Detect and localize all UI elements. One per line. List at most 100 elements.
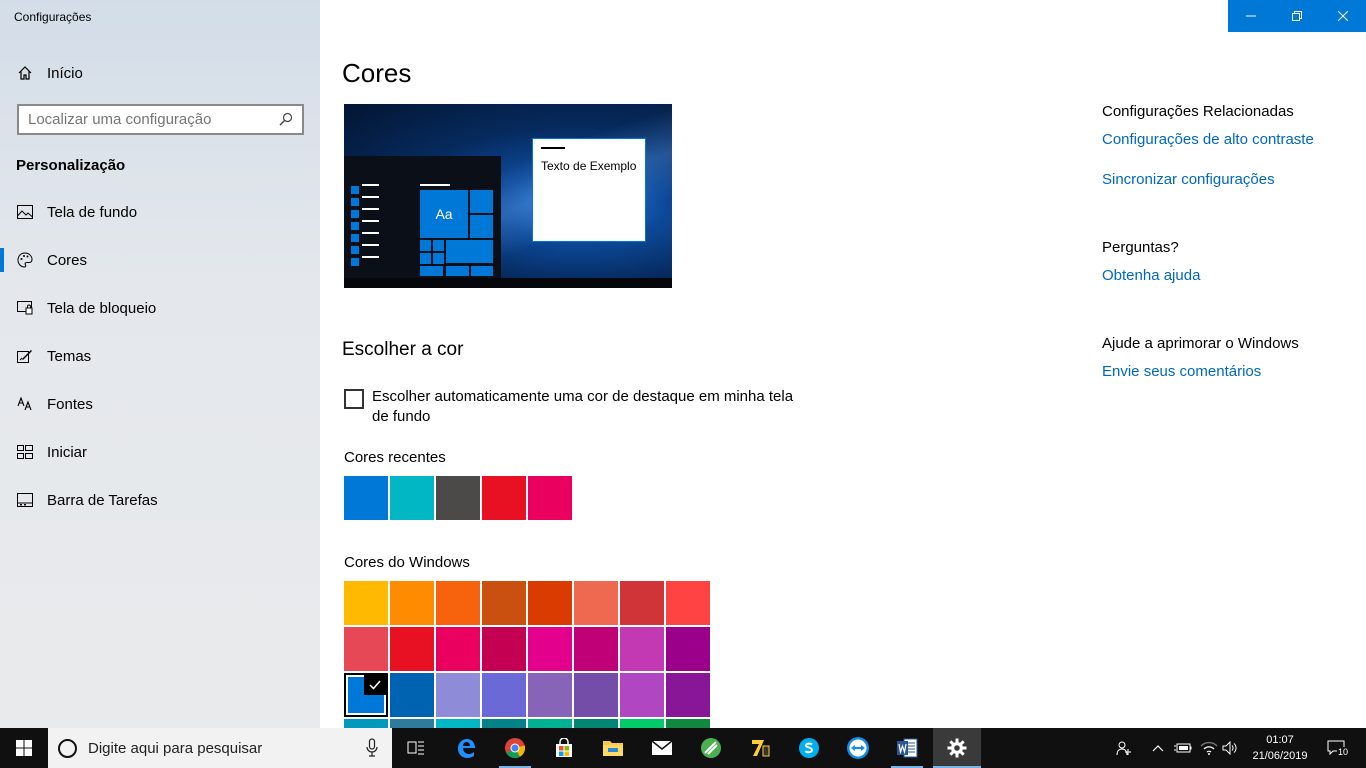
teamviewer-button[interactable] (834, 728, 882, 768)
settings-button[interactable] (933, 728, 981, 768)
windows-color-swatch[interactable] (390, 719, 434, 728)
windows-color-swatch[interactable] (436, 673, 480, 717)
preview-window: Texto de Exemplo (532, 138, 646, 242)
show-hidden-icons-button[interactable] (1148, 728, 1168, 768)
file-explorer-button[interactable] (589, 728, 637, 768)
auto-color-checkbox[interactable] (344, 389, 364, 409)
windows-color-swatch[interactable] (574, 673, 618, 717)
choose-color-heading: Escolher a cor (342, 339, 464, 360)
windows-color-swatch[interactable] (390, 673, 434, 717)
windows-color-swatch[interactable] (436, 627, 480, 671)
settings-icon (947, 738, 967, 758)
edge-button[interactable] (442, 728, 490, 768)
minimize-button[interactable] (1228, 0, 1274, 32)
windows-color-swatch[interactable] (666, 581, 710, 625)
preview-list-line (362, 196, 379, 198)
high-contrast-link[interactable]: Configurações de alto contraste (1102, 131, 1314, 148)
recent-color-swatch[interactable] (528, 476, 572, 520)
get-help-link[interactable]: Obtenha ajuda (1102, 267, 1200, 284)
windows-color-swatch[interactable] (344, 719, 388, 728)
recent-color-swatch[interactable] (390, 476, 434, 520)
windows-color-swatch[interactable] (620, 627, 664, 671)
auto-color-label[interactable]: Escolher automaticamente uma cor de dest… (372, 387, 812, 427)
windows-color-swatch[interactable] (620, 581, 664, 625)
search-input[interactable] (28, 111, 278, 128)
windows-color-swatch[interactable] (482, 581, 526, 625)
microphone-icon[interactable] (366, 738, 378, 758)
windows-color-swatch[interactable] (574, 719, 618, 728)
search-icon[interactable] (279, 112, 295, 128)
windows-color-swatch[interactable] (620, 719, 664, 728)
preview-tile (433, 240, 444, 251)
preview-taskbar (344, 278, 672, 288)
sidebar-item-barra-de-tarefas[interactable]: Barra de Tarefas (0, 480, 320, 520)
home-icon (16, 64, 34, 82)
restore-icon (1292, 11, 1302, 21)
recent-color-swatch[interactable] (482, 476, 526, 520)
preview-list-tile (351, 258, 359, 266)
taskbar-search[interactable]: Digite aqui para pesquisar (48, 728, 392, 768)
restore-button[interactable] (1274, 0, 1320, 32)
chrome-icon (505, 738, 526, 759)
windows-color-swatch[interactable] (528, 581, 572, 625)
windows-color-swatch[interactable] (344, 627, 388, 671)
sidebar-item-iniciar[interactable]: Iniciar (0, 432, 320, 472)
mail-button[interactable] (638, 728, 686, 768)
battery-button[interactable] (1172, 728, 1194, 768)
sidebar-item-tela-de-bloqueio[interactable]: Tela de bloqueio (0, 288, 320, 328)
sidebar-item-temas[interactable]: Temas (0, 336, 320, 376)
nav-home-label: Início (47, 64, 83, 82)
sidebar-item-cores[interactable]: Cores (0, 240, 320, 280)
chrome-button[interactable] (491, 728, 539, 768)
network-button[interactable] (1198, 728, 1220, 768)
sync-settings-link[interactable]: Sincronizar configurações (1102, 171, 1275, 188)
windows-color-swatch[interactable] (528, 719, 572, 728)
preview-tile (420, 253, 431, 264)
green-app-button[interactable] (687, 728, 735, 768)
preview-tile (420, 240, 431, 251)
windows-color-swatch[interactable] (574, 627, 618, 671)
volume-button[interactable] (1220, 728, 1240, 768)
store-button[interactable] (540, 728, 588, 768)
cortana-icon (58, 739, 77, 758)
word-button[interactable] (883, 728, 931, 768)
windows-color-swatch[interactable] (620, 673, 664, 717)
preview-list-tile (351, 198, 359, 206)
close-icon (1338, 11, 1348, 21)
teamviewer-icon (847, 737, 869, 759)
windows-color-swatch[interactable] (344, 581, 388, 625)
windows-color-swatch[interactable] (436, 581, 480, 625)
sidebar-item-fontes[interactable]: Fontes (0, 384, 320, 424)
close-button[interactable] (1320, 0, 1366, 32)
windows-color-swatch[interactable] (482, 627, 526, 671)
recent-color-swatch[interactable] (436, 476, 480, 520)
7zip-button[interactable] (736, 728, 784, 768)
windows-color-swatch[interactable] (344, 673, 388, 717)
nav-home[interactable]: Início (0, 56, 320, 90)
action-center-button[interactable]: 10 (1322, 728, 1352, 768)
task-view-button[interactable] (392, 728, 440, 768)
search-box[interactable] (17, 104, 304, 135)
windows-color-swatch[interactable] (436, 719, 480, 728)
skype-button[interactable] (785, 728, 833, 768)
start-button[interactable] (0, 728, 48, 768)
windows-color-swatch[interactable] (390, 581, 434, 625)
send-feedback-link[interactable]: Envie seus comentários (1102, 363, 1261, 380)
windows-color-swatch[interactable] (482, 673, 526, 717)
windows-color-swatch[interactable] (528, 627, 572, 671)
windows-color-swatch[interactable] (666, 673, 710, 717)
windows-color-swatch[interactable] (528, 673, 572, 717)
windows-color-swatch[interactable] (574, 581, 618, 625)
clock[interactable]: 01:07 21/06/2019 (1238, 732, 1322, 764)
themes-icon (16, 347, 34, 365)
windows-color-swatch[interactable] (666, 719, 710, 728)
preview-window-line (541, 147, 565, 149)
recent-color-swatch[interactable] (344, 476, 388, 520)
windows-color-swatch[interactable] (390, 627, 434, 671)
windows-color-swatch[interactable] (666, 627, 710, 671)
preview-tile (420, 266, 443, 276)
store-icon (556, 738, 572, 757)
windows-color-swatch[interactable] (482, 719, 526, 728)
people-button[interactable] (1112, 728, 1136, 768)
sidebar-item-tela-de-fundo[interactable]: Tela de fundo (0, 192, 320, 232)
